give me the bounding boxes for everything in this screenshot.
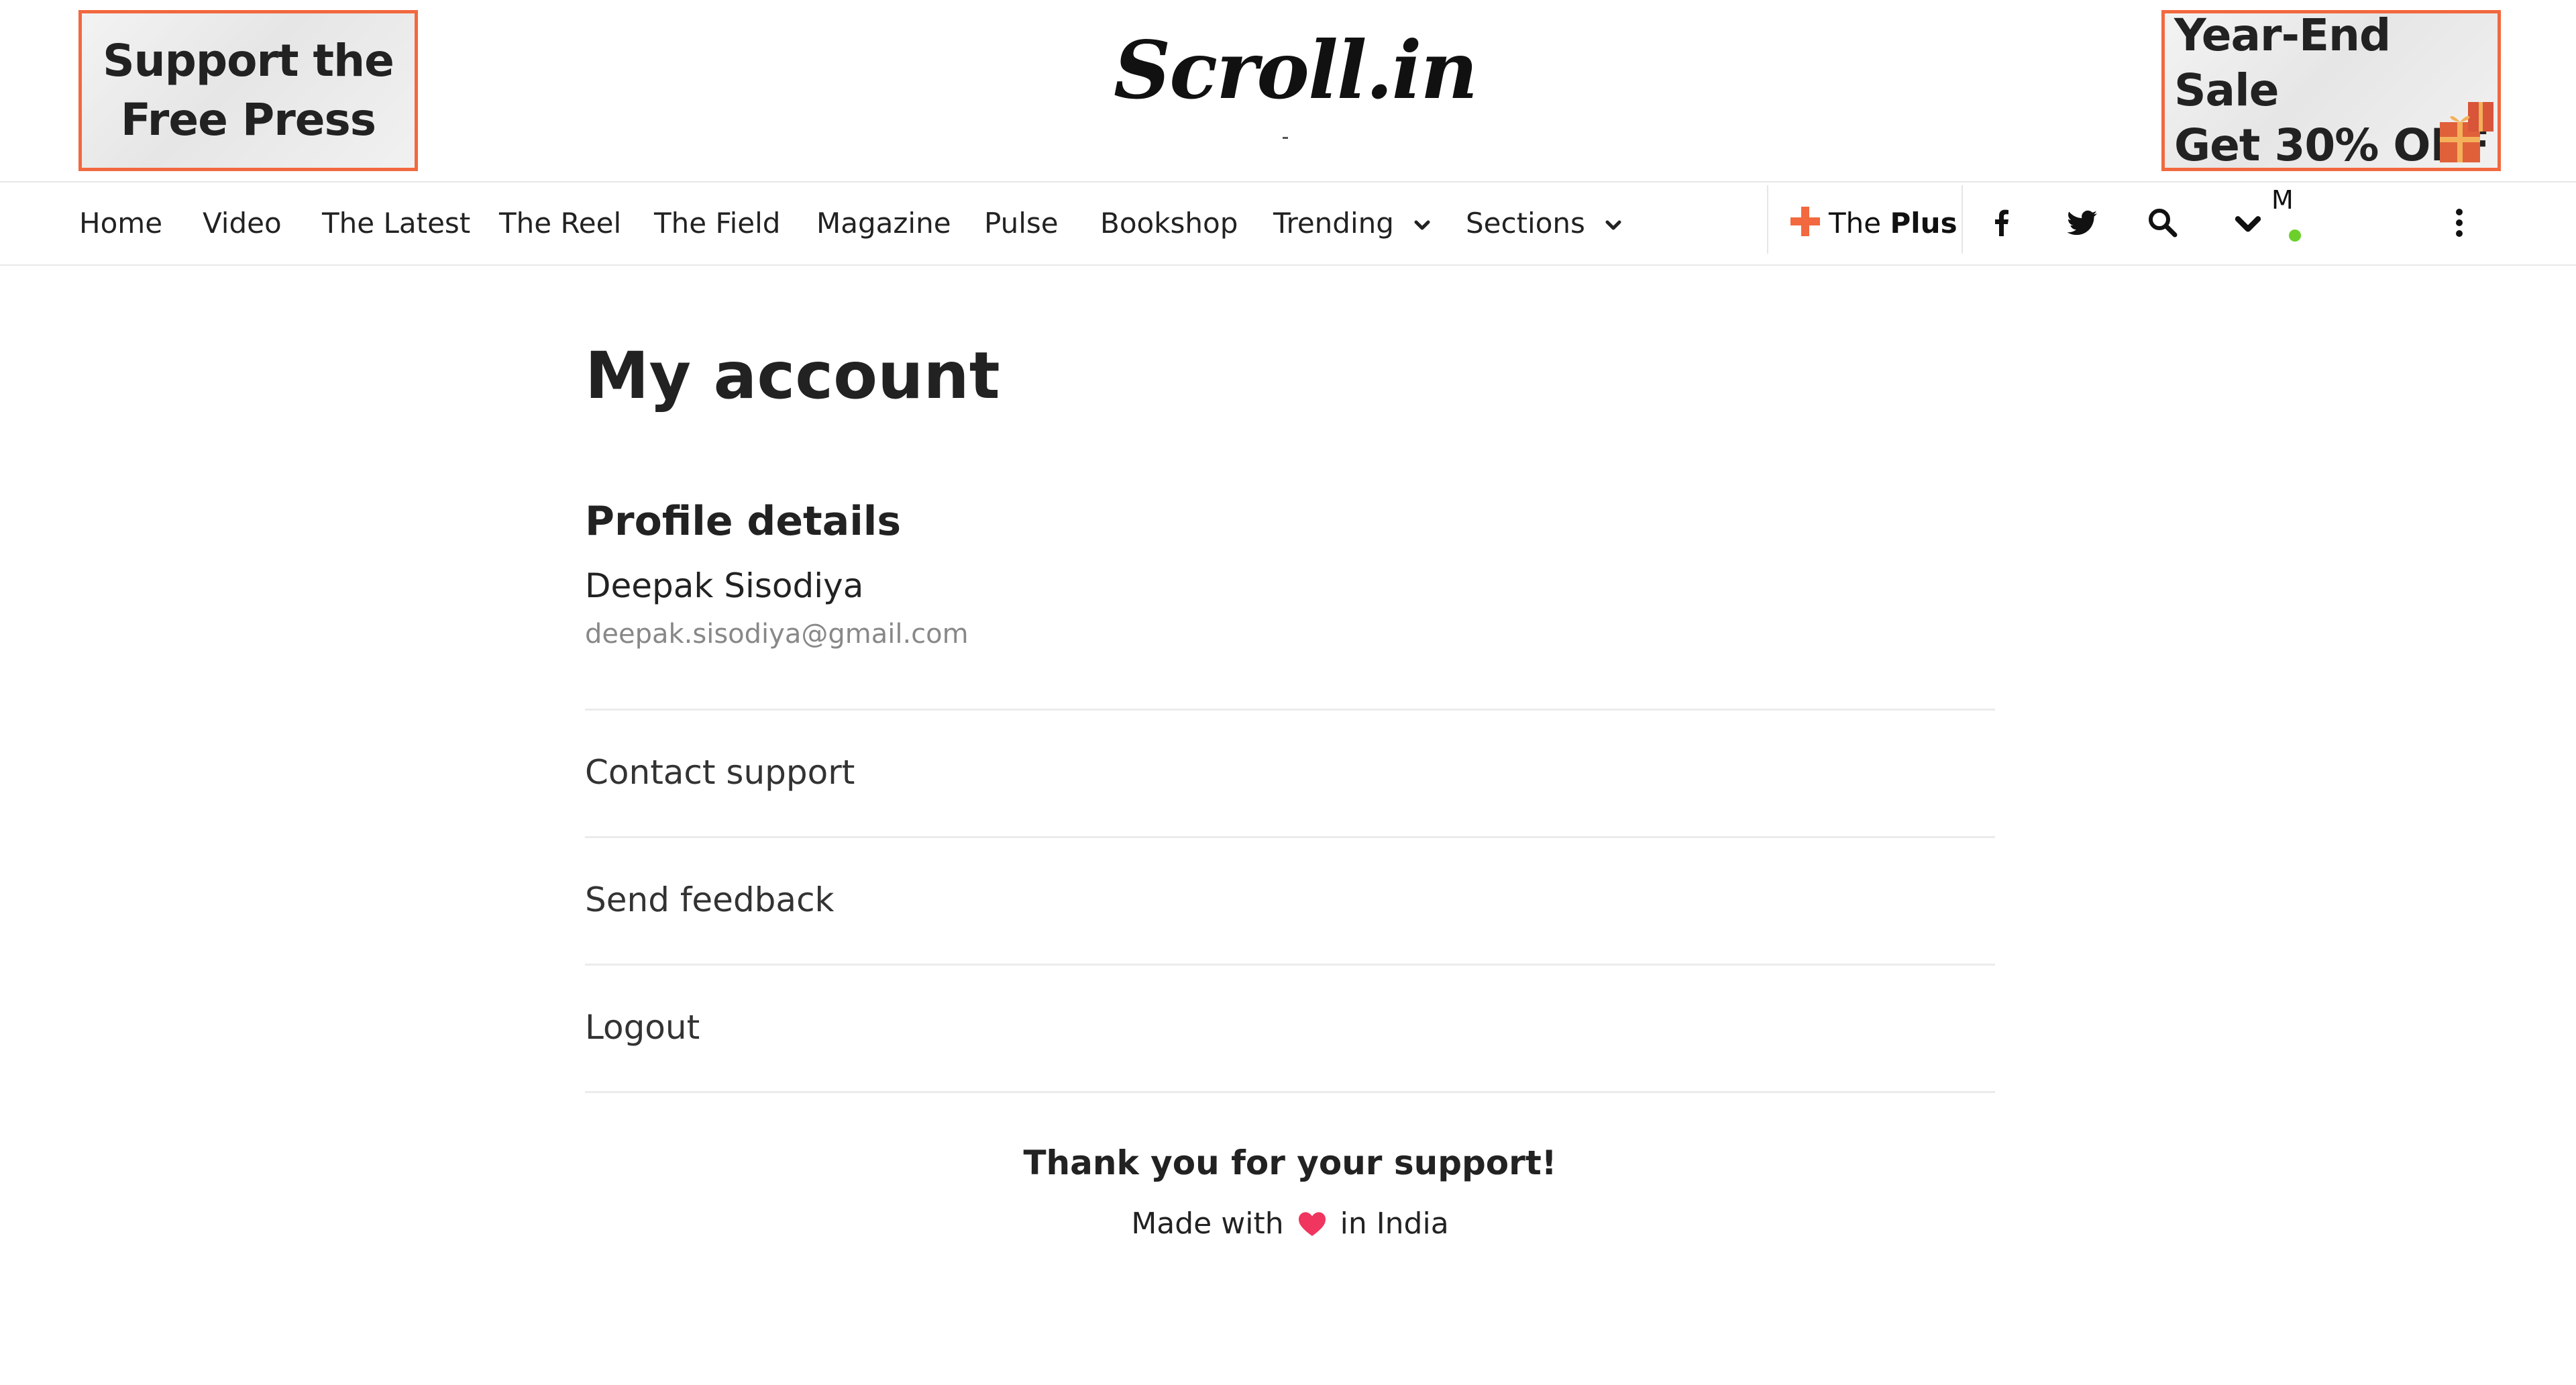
site-header: Support the Free Press Scroll.in Year-En… [0,0,2576,181]
more-vertical-icon[interactable] [2439,203,2479,243]
chevron-down-icon [1605,220,1621,229]
nav-the-field[interactable]: The Field [654,183,780,264]
nav-trending[interactable]: Trending [1273,183,1432,264]
chevron-down-icon [1414,220,1430,229]
plus-icon [1790,207,1820,236]
made-suffix: in India [1340,1207,1449,1241]
nav-the-latest[interactable]: The Latest [322,183,470,264]
nav-divider [1962,185,1963,254]
profile-email: deepak.sisodiya@gmail.com [585,619,969,650]
nav-bookshop[interactable]: Bookshop [1100,183,1238,264]
nav-home[interactable]: Home [79,183,162,264]
profile-name: Deepak Sisodiya [585,566,864,605]
send-feedback-link[interactable]: Send feedback [585,837,1995,962]
logout-link[interactable]: Logout [585,965,1995,1090]
search-icon[interactable] [2143,203,2183,243]
divider [585,1091,1995,1093]
made-prefix: Made with [1131,1207,1284,1241]
nav-the-reel[interactable]: The Reel [499,183,621,264]
plus-prefix: The [1829,207,1882,240]
account-menu-chevron-icon[interactable] [2231,207,2265,240]
contact-support-link[interactable]: Contact support [585,710,1995,835]
heart-icon [1298,1212,1326,1236]
site-logo[interactable]: Scroll.in [1114,20,1478,121]
nav-sections[interactable]: Sections [1466,183,1623,264]
promo-left-line1: Support the [103,35,394,87]
nav-divider [1767,185,1768,254]
profile-details-heading: Profile details [585,498,902,545]
main-nav: Home Video The Latest The Reel The Field… [0,181,2576,266]
nav-sections-label: Sections [1466,207,1585,240]
twitter-icon[interactable] [2062,203,2102,243]
avatar[interactable]: M [2271,185,2294,215]
year-end-sale-banner[interactable]: Year-End Sale Get 30% OFF [2161,10,2501,171]
nav-video[interactable]: Video [203,183,282,264]
nav-magazine[interactable]: Magazine [816,183,951,264]
gift-icon [2440,102,2493,162]
support-free-press-banner[interactable]: Support the Free Press [78,10,418,171]
facebook-icon[interactable] [1982,203,2022,243]
promo-left-line2: Free Press [120,94,376,146]
page-title: My account [585,338,1000,413]
made-in-india: Made with in India [585,1207,1995,1241]
online-status-dot [2289,229,2301,242]
logo-dash [1283,137,1288,139]
thank-you-message: Thank you for your support! [1023,1143,1557,1182]
the-plus-link[interactable]: The Plus [1788,183,1957,264]
nav-pulse[interactable]: Pulse [984,183,1059,264]
nav-trending-label: Trending [1273,207,1394,240]
plus-bold: Plus [1890,207,1957,240]
